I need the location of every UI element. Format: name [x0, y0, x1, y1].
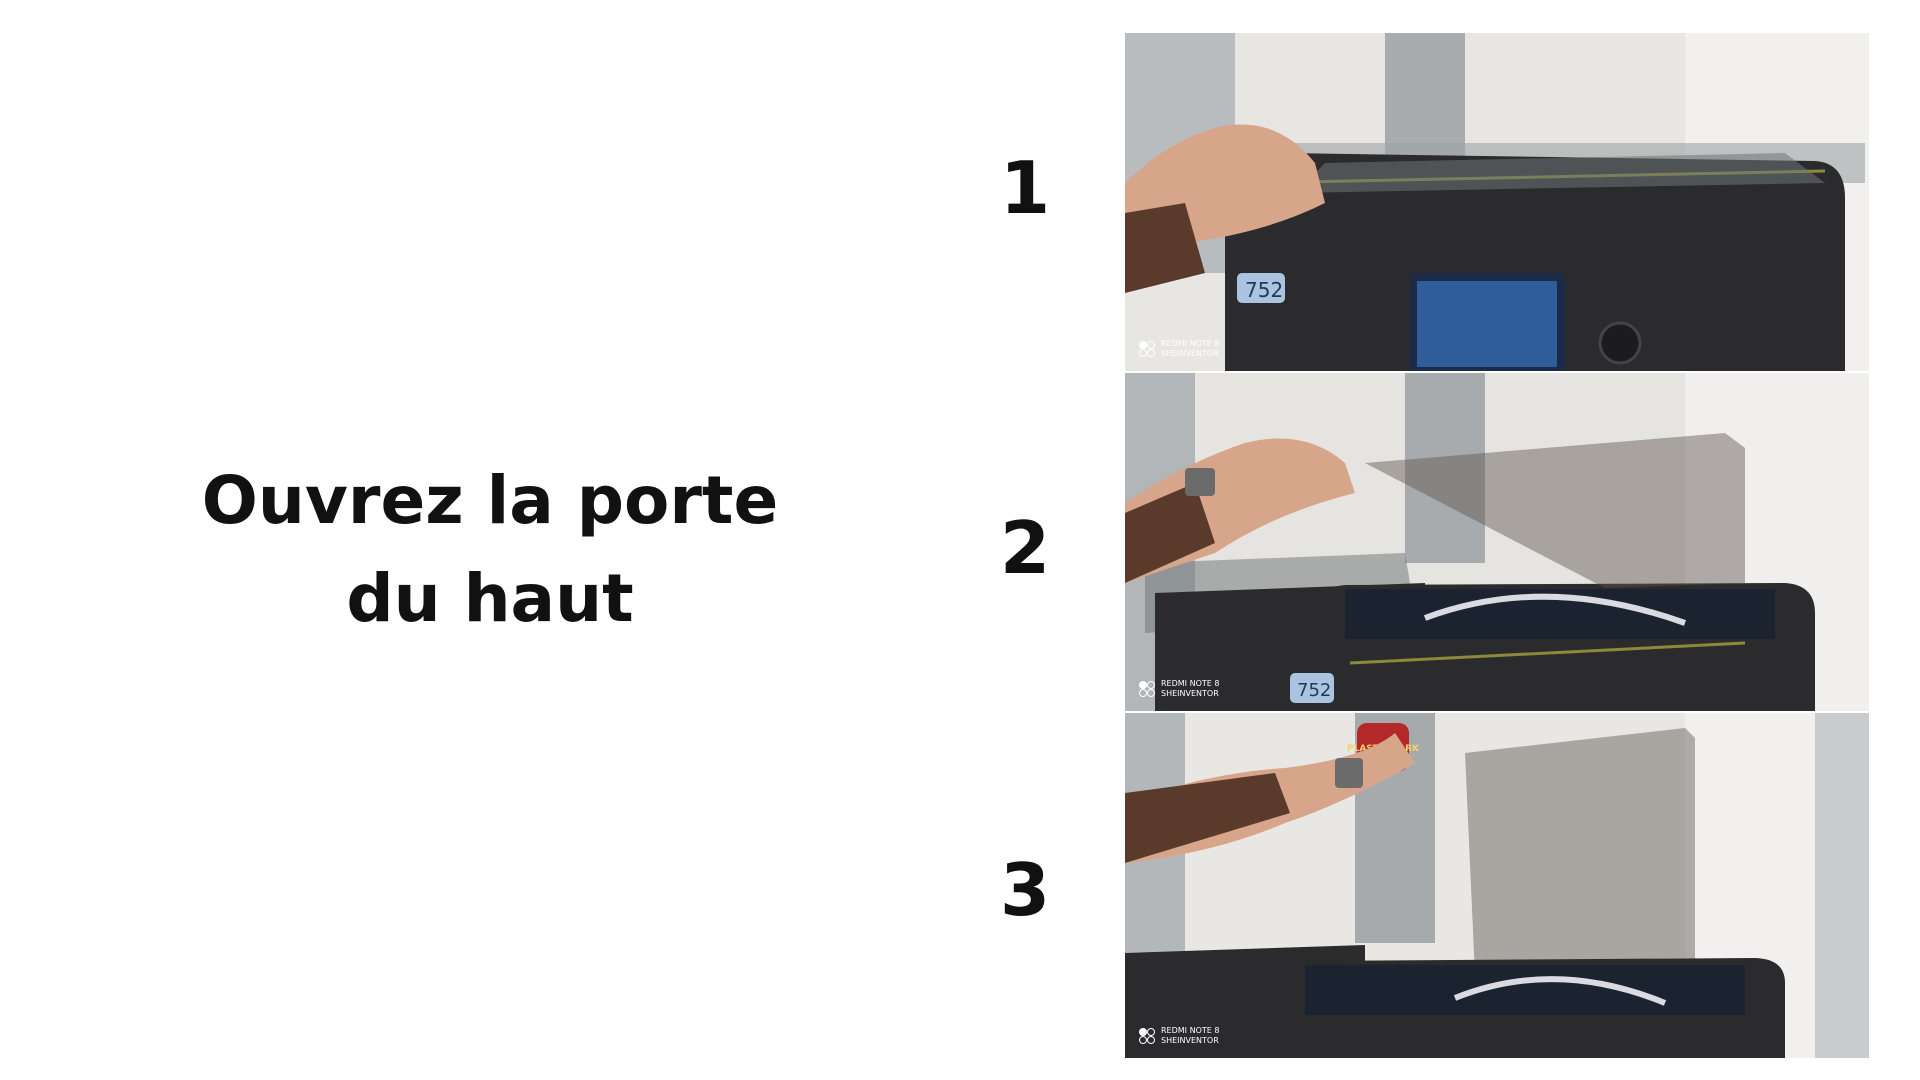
- step-1-number: 1: [999, 146, 1051, 230]
- camera-watermark-icon: [1139, 341, 1155, 357]
- title-line-2: du haut: [346, 560, 634, 637]
- step-3-photo: PLASTIK PARK REDMI NOTE 8 SHEINVENTOR: [1125, 713, 1869, 1058]
- camera-watermark-icon: [1139, 1028, 1155, 1044]
- step-1-display-readout: 752: [1245, 278, 1283, 302]
- step-3-photo-illustration: PLASTIK PARK: [1125, 713, 1869, 1058]
- step-2-number: 2: [999, 506, 1051, 590]
- step-3-number: 3: [999, 848, 1051, 932]
- step-1-watermark: REDMI NOTE 8 SHEINVENTOR: [1139, 339, 1219, 359]
- title-line-1: Ouvrez la porte: [201, 462, 779, 539]
- step-1-photo-illustration: 752: [1125, 33, 1869, 371]
- step-2-watermark: REDMI NOTE 8 SHEINVENTOR: [1139, 679, 1219, 699]
- camera-watermark-icon: [1139, 681, 1155, 697]
- step-2-display-readout: 752: [1297, 680, 1331, 701]
- step-2-photo: 752 REDMI NOTE 8 SHEINVENTOR: [1125, 373, 1869, 711]
- step-3-watermark: REDMI NOTE 8 SHEINVENTOR: [1139, 1026, 1219, 1046]
- step-2-photo-illustration: 752: [1125, 373, 1869, 711]
- step-1-photo: 752 REDMI NOTE 8 SHEINVENTOR: [1125, 33, 1869, 371]
- instruction-slide: Ouvrez la porte du haut 1 752 REDMI NOTE…: [0, 0, 1920, 1080]
- instruction-title: Ouvrez la porte du haut: [160, 452, 820, 648]
